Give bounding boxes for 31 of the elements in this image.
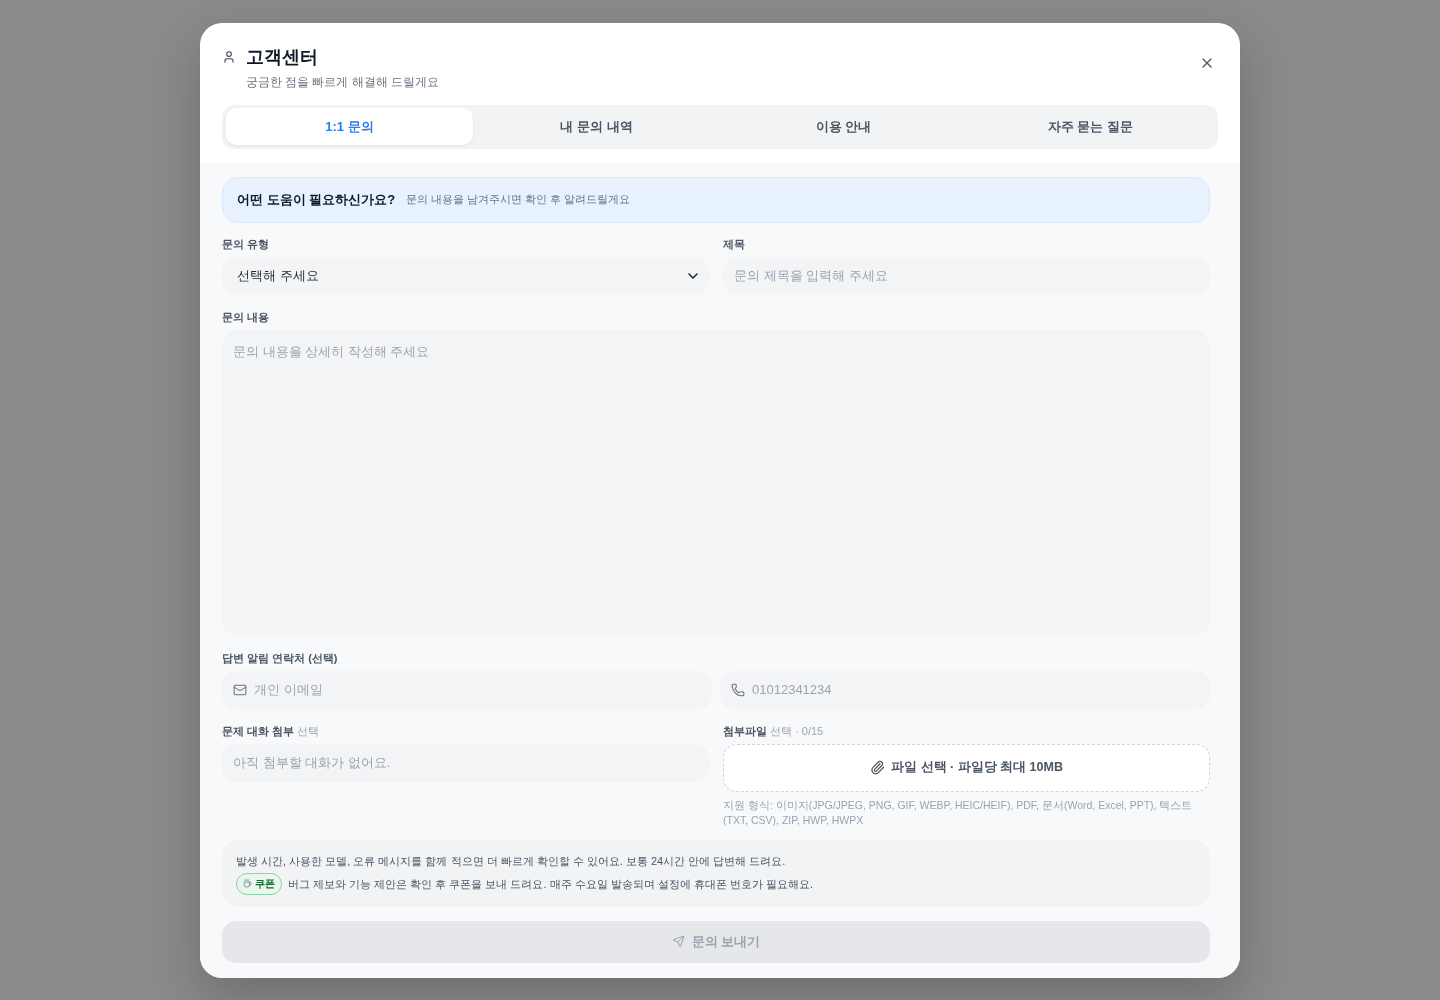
banner-text: 문의 내용을 남겨주시면 확인 후 알려드릴게요 (406, 192, 631, 207)
badge-label: 쿠폰 (255, 876, 275, 891)
notice-text: 발생 시간, 사용한 모델, 오류 메시지를 함께 적으면 더 빠르게 확인할 수 있어요. 보통 24시간 안에 답변해 드려요. (236, 853, 787, 869)
cup-icon (243, 879, 252, 888)
empty-conversation-message: 아직 첨부할 대화가 없어요. (222, 743, 709, 782)
subject-field[interactable]: 문의 제목을 입력해 주세요 (723, 256, 1210, 295)
field-label: 답변 알림 연락처 (선택) (222, 651, 338, 665)
field-label: 제목 (723, 237, 745, 251)
tab[interactable]: 내 문의 내역 (473, 108, 720, 145)
mail-icon (233, 682, 247, 697)
field-label: 문제 대화 첨부 선택 (222, 724, 320, 738)
email-field[interactable]: 개인 이메일 (222, 670, 712, 709)
field-label: 첨부파일 선택 · 0/15 (723, 724, 824, 738)
banner-title: 어떤 도움이 필요하신가요? (237, 190, 396, 209)
tab[interactable]: 자주 묻는 질문 (967, 108, 1214, 145)
dialog-subtitle: 궁금한 점을 빠르게 해결해 드릴게요 (246, 74, 439, 89)
file-select-button[interactable]: 파일 선택 · 파일당 최대 10MB (723, 743, 1210, 792)
field-label: 문의 유형 (222, 237, 270, 251)
phone-icon (731, 682, 745, 697)
content-field[interactable]: 문의 내용을 상세히 작성해 주세요 (222, 329, 1210, 636)
phone-field[interactable]: 01012341234 (720, 670, 1210, 709)
inquiry-type-select[interactable]: 선택해 주세요 (222, 256, 709, 295)
tab[interactable]: 1:1 문의 (226, 108, 473, 145)
supported-formats-text: 지원 형식: 이미지(JPG/JPEG, PNG, GIF, WEBP, HEIC/HEIF), PDF, 문서(Word, Excel, PPT), 텍스트(TXT, CSV), ZIP, HWP, HWPX (723, 797, 1194, 828)
field-label: 문의 내용 (222, 310, 270, 324)
coupon-text: 버그 제보와 기능 제안은 확인 후 쿠폰을 보내 드려요. 매주 수요일 발송되며 설정에 휴대폰 번호가 필요해요. (288, 876, 813, 892)
tab[interactable]: 이용 안내 (720, 108, 967, 145)
user-icon (222, 49, 236, 64)
send-icon (671, 935, 685, 948)
dialog-title: 고객센터 (246, 45, 319, 69)
paperclip-icon (870, 760, 886, 775)
